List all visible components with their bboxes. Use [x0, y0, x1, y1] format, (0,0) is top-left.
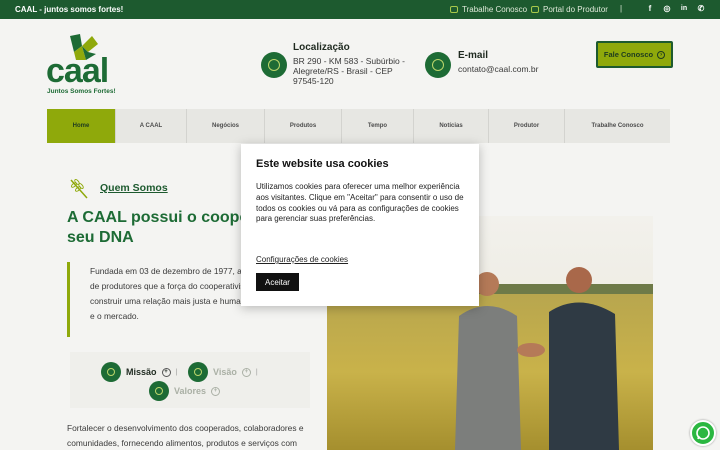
nav-item-trabalhe-conosco[interactable]: Trabalhe Conosco [565, 109, 670, 143]
whatsapp-icon[interactable]: ✆ [696, 4, 706, 14]
email-address[interactable]: contato@caal.com.br [458, 64, 538, 74]
tab-visao[interactable]: Visão + | [188, 362, 258, 382]
cookie-dialog-text: Utilizamos cookies para oferecer uma mel… [256, 182, 464, 224]
tab-separator: | [255, 368, 258, 376]
plus-icon: + [241, 367, 251, 377]
location-pin-icon [261, 52, 287, 78]
nav-item-a-caal[interactable]: A CAAL [116, 109, 187, 143]
producer-portal-link[interactable]: Portal do Produtor [531, 5, 608, 14]
plus-icon: + [161, 367, 171, 377]
nav-item-noticias[interactable]: Notícias [414, 109, 489, 143]
whatsapp-float-button[interactable] [690, 420, 716, 446]
site-tagline: CAAL - juntos somos fortes! [15, 5, 124, 14]
tab-visao-label[interactable]: Visão [213, 367, 237, 377]
email-icon [425, 52, 451, 78]
work-with-us-label[interactable]: Trabalhe Conosco [462, 5, 527, 14]
accept-cookies-button[interactable]: Aceitar [256, 273, 299, 291]
linkedin-icon[interactable]: in [679, 4, 689, 14]
mission-tabs: Missão + | Visão + | Valores + [70, 352, 310, 408]
facebook-icon[interactable]: f [645, 4, 655, 14]
cookie-dialog: Este website usa cookies Utilizamos cook… [241, 144, 479, 306]
briefcase-icon [450, 6, 458, 13]
instagram-icon[interactable]: ◎ [662, 4, 672, 14]
nav-item-home[interactable]: Home [47, 109, 116, 143]
email-title: E-mail [458, 50, 489, 61]
nav-item-tempo[interactable]: Tempo [342, 109, 414, 143]
eye-icon [188, 362, 208, 382]
target-icon [101, 362, 121, 382]
section-label: Quem Somos [100, 182, 168, 194]
quote-accent-bar [67, 262, 70, 337]
location-address: BR 290 - KM 583 - Subúrbio - Alegrete/RS… [293, 56, 405, 86]
tab-missao[interactable]: Missão + | [101, 362, 177, 382]
tab-valores[interactable]: Valores + [149, 381, 221, 401]
mission-text: Fortalecer o desenvolvimento dos coopera… [67, 423, 304, 448]
contact-button[interactable]: Fale Conosco › [596, 41, 673, 68]
main-nav: Home A CAAL Negócios Produtos Tempo Notí… [47, 109, 670, 143]
nav-item-produtor[interactable]: Produtor [489, 109, 565, 143]
tractor-icon [531, 6, 539, 13]
logo-tagline: Juntos Somos Fortes! [47, 88, 116, 95]
nav-item-negocios[interactable]: Negócios [187, 109, 265, 143]
producer-portal-label[interactable]: Portal do Produtor [543, 5, 608, 14]
heart-icon [149, 381, 169, 401]
nav-item-produtos[interactable]: Produtos [265, 109, 342, 143]
tab-separator: | [175, 368, 178, 376]
contact-button-label[interactable]: Fale Conosco [604, 50, 653, 59]
cookie-dialog-title: Este website usa cookies [256, 158, 389, 170]
topbar-separator: | [620, 4, 623, 13]
wheat-icon [70, 179, 88, 199]
location-title: Localização [293, 42, 350, 53]
arrow-right-icon: › [657, 50, 666, 59]
cookie-settings-link[interactable]: Configurações de cookies [256, 255, 348, 264]
tab-missao-label[interactable]: Missão [126, 367, 157, 377]
plus-icon: + [211, 386, 221, 396]
work-with-us-link[interactable]: Trabalhe Conosco [450, 5, 527, 14]
tab-valores-label[interactable]: Valores [174, 386, 206, 396]
top-bar: CAAL - juntos somos fortes! Trabalhe Con… [0, 0, 720, 19]
logo-wordmark[interactable]: caal [46, 53, 109, 89]
whatsapp-icon [696, 426, 710, 440]
